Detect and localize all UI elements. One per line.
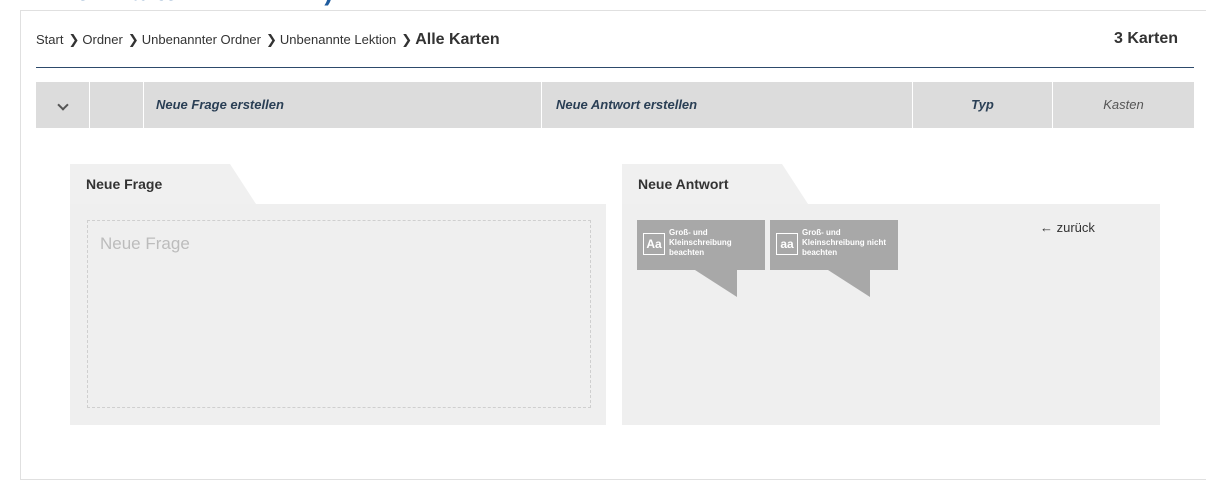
card-table-header: Neue Frage erstellen Neue Antwort erstel… [36,82,1194,128]
back-link[interactable]: ← zurück [1040,220,1095,235]
case-sensitive-label: Groß- und Kleinschreibung beachten [669,228,732,257]
case-sensitive-button[interactable]: Aa Groß- und Kleinschreibung beachten [637,220,765,297]
breadcrumb-bar: Start ❯ Ordner ❯ Unbenannter Ordner ❯ Unbenann… [36,30,1194,68]
chevron-right-icon: ❯ [266,32,277,47]
header-answer: Neue Antwort erstellen [542,82,913,128]
chevron-down-icon [56,99,69,111]
question-input[interactable]: Neue Frage [87,220,591,408]
speech-bubble-tail [695,270,737,297]
question-panel: Neue Frage [70,204,606,425]
arrow-left-icon: ← [1040,220,1053,235]
header-type: Typ [913,82,1053,128]
case-insensitive-label: Groß- und Kleinschreibung nicht beachten [802,228,887,257]
collapse-toggle[interactable] [36,82,90,128]
breadcrumb-start[interactable]: Start [36,32,63,47]
back-label: zurück [1056,220,1095,235]
chevron-right-icon: ❯ [401,32,413,47]
tab-new-question[interactable]: Neue Frage [70,164,256,204]
breadcrumb-current: Alle Karten [415,31,500,48]
speech-bubble-tail [828,270,870,297]
answer-panel: Aa Groß- und Kleinschreibung beachten aa… [622,204,1160,425]
tab-new-answer[interactable]: Neue Antwort [622,164,808,204]
header-question: Neue Frage erstellen [144,82,542,128]
breadcrumb-unbenannte-lektion[interactable]: Unbenannte Lektion [280,32,396,47]
chevron-right-icon: ❯ [127,32,139,47]
case-insensitive-button[interactable]: aa Groß- und Kleinschreibung nicht beach… [770,220,898,297]
breadcrumb-unbenannter-ordner[interactable]: Unbenannter Ordner [142,32,261,47]
card-count: 3 Karten [1113,30,1178,47]
chevron-right-icon: ❯ [68,32,80,47]
breadcrumb: Start ❯ Ordner ❯ Unbenannter Ordner ❯ Unbenann… [36,31,500,49]
header-box: Kasten [1103,97,1144,112]
case-sensitive-icon: Aa [643,233,665,255]
select-column [90,82,144,128]
page-title-cut-off: Lernkarten ) [60,0,333,7]
case-insensitive-icon: aa [776,233,798,255]
breadcrumb-ordner[interactable]: Ordner [82,32,122,47]
